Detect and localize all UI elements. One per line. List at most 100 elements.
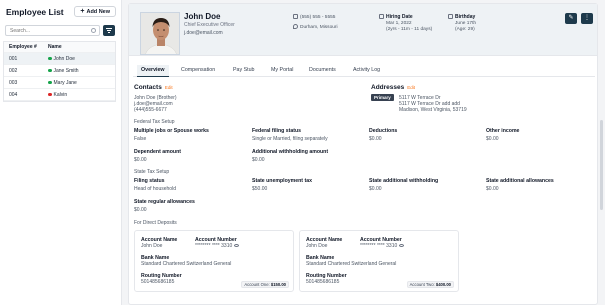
add-new-label: Add New (86, 8, 110, 15)
table-header: Employee # Name (4, 42, 115, 53)
field-value: Single or Married, filing separately (252, 136, 328, 142)
birthday-label: Birthday (455, 14, 476, 20)
tab-pay-stub[interactable]: Pay Stub (229, 65, 259, 77)
phone-info: (555) 555 - 5555 (293, 14, 335, 21)
employee-name-cell: Jane Smith (48, 68, 79, 74)
field-value: $0.00 (486, 136, 499, 142)
avatar-portrait (141, 13, 179, 54)
profile-header: John Doe Chief Executive Officer j.doe@e… (129, 4, 597, 56)
addresses-edit-link[interactable]: Edit (407, 85, 415, 90)
column-header-name[interactable]: Name (48, 44, 62, 50)
account-name-value: John Doe (141, 243, 163, 249)
deposit-card-one: Account Name John Doe Account Number ***… (134, 230, 294, 292)
employee-id: 003 (9, 79, 18, 86)
hiring-date-label: Hiring Date (386, 14, 413, 20)
employee-id: 001 (9, 55, 18, 62)
contacts-heading: Contacts Edit (134, 84, 173, 91)
direct-deposits-heading: For Direct Deposits (134, 220, 177, 226)
status-dot-icon (48, 80, 52, 85)
filter-button[interactable] (103, 25, 115, 36)
field-label: State unemployment tax (252, 178, 312, 184)
account-badge-label: Account One: (244, 282, 270, 287)
tab-overview[interactable]: Overview (137, 65, 169, 77)
cake-icon (448, 14, 453, 19)
edit-profile-button[interactable]: ✎ (565, 13, 577, 24)
table-row[interactable]: 003 Mary Jane (4, 77, 115, 89)
status-dot-icon (48, 68, 52, 73)
phone-text: (555) 555 - 5555 (300, 15, 336, 20)
address-line-3: Madison, West Virginia, 53719 (399, 107, 467, 113)
routing-number-value: 501485686185 (141, 279, 175, 285)
addresses-heading: Addresses Edit (371, 84, 415, 91)
tab-my-portal[interactable]: My Portal (267, 65, 297, 77)
table-row[interactable]: 002 Jane Smith (4, 65, 115, 77)
primary-address-badge: Primary (371, 94, 394, 101)
contacts-edit-link[interactable]: Edit (165, 85, 173, 90)
table-row[interactable]: 004 Kalvin (4, 89, 115, 101)
location-pin-icon (293, 24, 298, 29)
field-label: Multiple jobs or Spouse works (134, 128, 209, 134)
tab-activity-log[interactable]: Activity Log (349, 65, 384, 77)
employee-photo (140, 12, 180, 55)
more-options-button[interactable]: ⋮ (581, 13, 593, 24)
employee-name: Jane Smith (53, 67, 79, 74)
employee-role: Chief Executive Officer (184, 22, 235, 28)
account-number-value: ******** **** 3310 (195, 243, 240, 249)
account-badge-amount: $150.00 (270, 282, 286, 287)
field-label: Deductions (369, 128, 398, 134)
eye-icon[interactable] (399, 244, 405, 247)
account-badge-label: Account Two: (409, 282, 435, 287)
filter-icon (106, 28, 112, 29)
column-header-employee-number[interactable]: Employee # (9, 44, 37, 50)
page-scrollbar[interactable] (600, 120, 603, 210)
federal-tax-heading: Federal Tax Setup (134, 119, 175, 125)
filter-icon-line (107, 30, 111, 31)
account-badge-amount: $400.00 (435, 282, 451, 287)
deposit-card-two: Account Name John Doe Account Number ***… (299, 230, 459, 292)
plus-icon: + (80, 8, 85, 15)
routing-number-value: 501485686185 (306, 279, 340, 285)
field-label: State additional withholding (369, 178, 439, 184)
employee-table: Employee # Name 001 John Doe 002 Jane Sm… (3, 41, 116, 102)
field-value: $0.00 (486, 186, 499, 192)
employee-email[interactable]: j.doe@email.com (184, 30, 223, 36)
search-icon (91, 28, 96, 33)
account-amount-badge: Account Two: $400.00 (406, 281, 454, 288)
tab-documents[interactable]: Documents (305, 65, 340, 77)
field-value: $0.00 (252, 157, 265, 163)
table-row[interactable]: 001 John Doe (4, 53, 115, 65)
phone-icon (293, 14, 298, 19)
location-text: Durham, Missouri (300, 25, 338, 30)
sidebar-header: Employee List + Add New (6, 6, 116, 19)
employee-name-cell: John Doe (48, 56, 75, 62)
field-value: $0.00 (369, 186, 382, 192)
bank-name-value: Standard Chartered Switzerland General (306, 261, 397, 267)
app-root: Employee List + Add New Employee # Name … (0, 0, 605, 305)
account-number-value: ******** **** 3310 (360, 243, 405, 249)
status-dot-icon (48, 92, 52, 97)
more-vertical-icon: ⋮ (584, 15, 590, 21)
tab-compensation[interactable]: Compensation (177, 65, 219, 77)
employee-id: 004 (9, 91, 18, 98)
employee-name: Kalvin (53, 91, 68, 98)
account-amount-badge: Account One: $150.00 (241, 281, 289, 288)
field-label: Filing status (134, 178, 165, 184)
employee-name-cell: Kalvin (48, 92, 67, 98)
filter-icon-line (108, 32, 110, 33)
employee-name-heading: John Doe (184, 12, 221, 21)
employee-id: 002 (9, 67, 18, 74)
add-new-button[interactable]: + Add New (74, 6, 116, 17)
field-value: Head of household (134, 186, 176, 192)
bank-name-value: Standard Chartered Switzerland General (141, 261, 232, 267)
contacts-title: Contacts (134, 84, 162, 91)
field-value: False (134, 136, 147, 142)
employee-search[interactable] (5, 25, 100, 36)
eye-icon[interactable] (234, 244, 240, 247)
sidebar-title: Employee List (6, 7, 64, 17)
search-input[interactable] (6, 27, 86, 34)
account-name-value: John Doe (306, 243, 328, 249)
location-info: Durham, Missouri (293, 24, 338, 31)
field-label: Federal filing status (252, 128, 302, 134)
field-label: State regular allowances (134, 199, 195, 205)
addresses-title: Addresses (371, 84, 405, 91)
